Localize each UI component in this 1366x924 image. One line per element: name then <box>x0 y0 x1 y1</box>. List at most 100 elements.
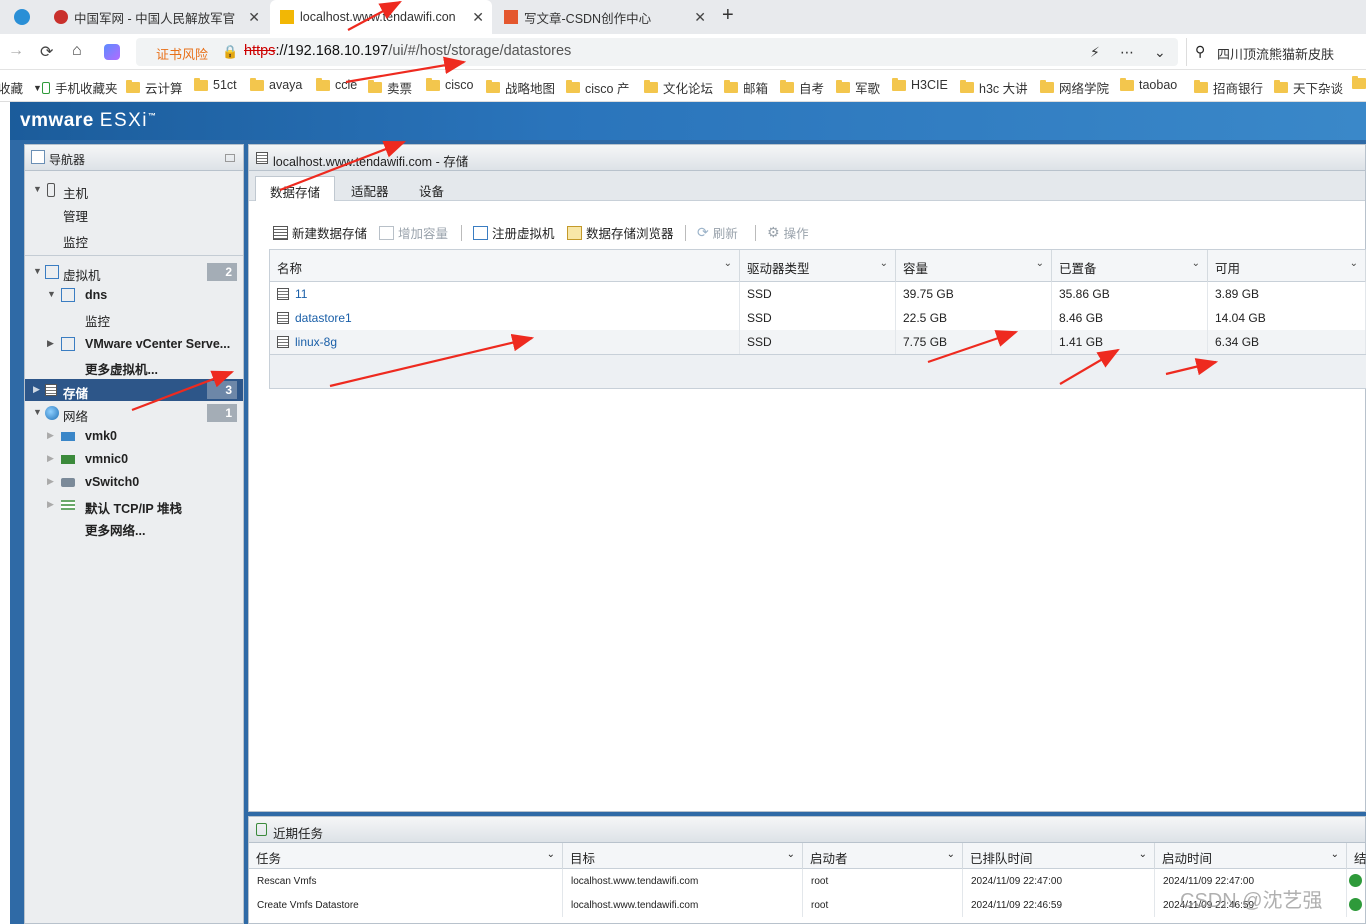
bookmark-folder[interactable]: H3CIE <box>892 77 948 92</box>
nav-item-more-vms[interactable]: 更多虚拟机... <box>25 355 243 377</box>
chevron-down-icon[interactable]: ⌄ <box>547 849 555 860</box>
nav-item-vms[interactable]: ▼ 虚拟机 2 <box>25 261 243 283</box>
vmware-esxi-logo[interactable]: vmware ESXi™ <box>20 110 157 132</box>
new-datastore-button[interactable]: 新建数据存储 <box>273 223 367 242</box>
nav-item-storage[interactable]: ▶ 存储 3 <box>25 379 243 401</box>
ai-icon[interactable] <box>104 44 120 60</box>
column-header-target[interactable]: 目标 ⌄ <box>563 843 803 869</box>
column-header-drive-type[interactable]: 驱动器类型 ⌄ <box>740 250 896 282</box>
bookmark-folder[interactable]: cisco <box>426 77 473 92</box>
column-header-capacity[interactable]: 容量 ⌄ <box>896 250 1052 282</box>
expand-arrow-icon[interactable]: ▼ <box>33 184 42 194</box>
nav-item-vm-dns-monitor[interactable]: 监控 <box>25 307 243 329</box>
expand-arrow-icon[interactable]: ▶ <box>47 338 54 349</box>
collapse-icon[interactable] <box>225 154 235 162</box>
home-icon[interactable]: ⌂ <box>72 42 82 60</box>
chevron-down-icon[interactable]: ⌄ <box>787 849 795 860</box>
new-tab-button[interactable]: + <box>722 4 734 27</box>
bookmark-folder[interactable]: 天下杂谈 <box>1274 78 1343 97</box>
register-vm-button[interactable]: 注册虚拟机 <box>473 223 555 242</box>
bookmark-folder[interactable]: 自考 <box>780 78 824 97</box>
datastore-link[interactable]: 11 <box>295 287 307 301</box>
actions-button[interactable]: ⚙ 操作 <box>767 223 809 242</box>
nav-item-network[interactable]: ▼ 网络 1 <box>25 402 243 424</box>
datastore-link[interactable]: linux-8g <box>295 335 337 349</box>
bookmark-folder[interactable]: 卖票 <box>368 78 412 97</box>
bookmark-folder[interactable]: 军歌 <box>836 78 880 97</box>
nav-item-vm-vcenter[interactable]: ▶ VMware vCenter Serve... <box>25 333 243 355</box>
increase-capacity-button[interactable]: 增加容量 <box>379 223 448 242</box>
bookmark-folder[interactable]: 51ct <box>194 77 237 92</box>
column-header-provisioned[interactable]: 已置备 ⌄ <box>1052 250 1208 282</box>
telegram-icon[interactable] <box>14 9 30 25</box>
nav-item-more-networks[interactable]: 更多网络... <box>25 516 243 538</box>
tab-datastores[interactable]: 数据存储 <box>255 176 336 201</box>
bookmark-folder[interactable]: 网络学院 <box>1040 78 1109 97</box>
more-icon[interactable]: ⋯ <box>1120 44 1134 61</box>
nav-item-host-manage[interactable]: 管理 <box>25 202 243 224</box>
expand-arrow-icon[interactable]: ▼ <box>47 289 56 299</box>
url-text[interactable]: https://192.168.10.197/ui/#/host/storage… <box>244 43 571 59</box>
nav-item-vm-dns[interactable]: ▼ dns <box>25 284 243 306</box>
close-tab-icon[interactable]: ✕ <box>472 9 484 26</box>
omnibox[interactable]: 证书风险 🔒 https://192.168.10.197/ui/#/host/… <box>136 38 1178 66</box>
chevron-down-icon[interactable]: ⌄ <box>1154 44 1166 61</box>
bookmark-folder[interactable]: taobao <box>1120 77 1177 92</box>
refresh-button[interactable]: ⟳ 刷新 <box>697 223 738 242</box>
nav-item-tcpip-stack[interactable]: ▶ 默认 TCP/IP 堆栈 <box>25 494 243 516</box>
forward-icon[interactable]: → <box>8 42 24 60</box>
column-header-started[interactable]: 启动时间 ⌄ <box>1155 843 1347 869</box>
nav-item-host[interactable]: ▼ 主机 <box>25 179 243 201</box>
tab-devices[interactable]: 设备 <box>405 176 458 201</box>
bookmark-folder[interactable] <box>1352 76 1366 89</box>
datastore-browser-button[interactable]: 数据存储浏览器 <box>567 223 674 242</box>
column-header-initiator[interactable]: 启动者 ⌄ <box>803 843 963 869</box>
search-box[interactable]: ⚲ 四川顶流熊猫新皮肤 <box>1186 38 1366 66</box>
nav-item-vswitch0[interactable]: ▶ vSwitch0 <box>25 471 243 493</box>
expand-arrow-icon[interactable]: ▼ <box>33 407 42 417</box>
bookmark-folder[interactable]: h3c 大讲 <box>960 78 1028 97</box>
expand-arrow-icon[interactable]: ▶ <box>33 384 40 395</box>
chevron-down-icon[interactable]: ⌄ <box>1350 258 1358 269</box>
chevron-down-icon[interactable]: ⌄ <box>947 849 955 860</box>
browser-tab-chinamil[interactable]: 中国军网 - 中国人民解放军官 ✕ <box>44 0 268 34</box>
chevron-down-icon[interactable]: ⌄ <box>1331 849 1339 860</box>
insecure-lock-icon[interactable]: 🔒 <box>222 44 238 60</box>
bookmark-folder[interactable]: cisco 产 <box>566 78 629 97</box>
chevron-down-icon[interactable]: ⌄ <box>880 258 888 269</box>
chevron-down-icon[interactable]: ⌄ <box>724 258 732 269</box>
chevron-down-icon[interactable]: ⌄ <box>1192 258 1200 269</box>
column-header-queued[interactable]: 已排队时间 ⌄ <box>963 843 1155 869</box>
chevron-down-icon[interactable]: ⌄ <box>1139 849 1147 860</box>
table-row[interactable]: datastore1 SSD 22.5 GB 8.46 GB 14.04 GB <box>270 306 1366 330</box>
browser-tab-esxi[interactable]: localhost.www.tendawifi.con ✕ <box>270 0 492 34</box>
close-tab-icon[interactable]: ✕ <box>694 9 706 26</box>
column-header-task[interactable]: 任务 ⌄ <box>249 843 563 869</box>
chevron-down-icon[interactable]: ⌄ <box>1036 258 1044 269</box>
bookmark-folder[interactable]: 文化论坛 <box>644 78 713 97</box>
bookmark-folder[interactable]: ccie <box>316 77 357 92</box>
bookmark-folder[interactable]: 招商银行 <box>1194 78 1263 97</box>
lightning-icon[interactable]: ⚡ <box>1090 44 1100 61</box>
column-header-name[interactable]: 名称 ⌄ <box>270 250 740 282</box>
tab-adapters[interactable]: 适配器 <box>337 176 403 201</box>
column-header-free[interactable]: 可用 ⌄ <box>1208 250 1366 282</box>
nav-item-vmk0[interactable]: ▶ vmk0 <box>25 425 243 447</box>
cert-warning[interactable]: 证书风险 <box>156 44 208 63</box>
table-row[interactable]: 11 SSD 39.75 GB 35.86 GB 3.89 GB <box>270 282 1366 306</box>
bookmark[interactable]: 收藏 ▼ <box>0 78 42 97</box>
browser-tab-csdn[interactable]: 写文章-CSDN创作中心 ✕ <box>494 0 714 34</box>
datastore-link[interactable]: datastore1 <box>295 311 352 325</box>
column-header-result[interactable]: 结 <box>1347 843 1366 869</box>
nav-item-host-monitor[interactable]: 监控 <box>25 228 243 250</box>
bookmark-folder[interactable]: 云计算 <box>126 78 183 97</box>
reload-icon[interactable]: ⟳ <box>40 42 53 62</box>
expand-arrow-icon[interactable]: ▼ <box>33 266 42 276</box>
table-row[interactable]: linux-8g SSD 7.75 GB 1.41 GB 6.34 GB <box>270 330 1366 354</box>
bookmark[interactable]: 手机收藏夹 <box>42 78 118 97</box>
bookmark-folder[interactable]: 邮箱 <box>724 78 768 97</box>
close-tab-icon[interactable]: ✕ <box>248 9 260 26</box>
bookmark-folder[interactable]: avaya <box>250 77 302 92</box>
bookmark-folder[interactable]: 战略地图 <box>486 78 555 97</box>
nav-item-vmnic0[interactable]: ▶ vmnic0 <box>25 448 243 470</box>
